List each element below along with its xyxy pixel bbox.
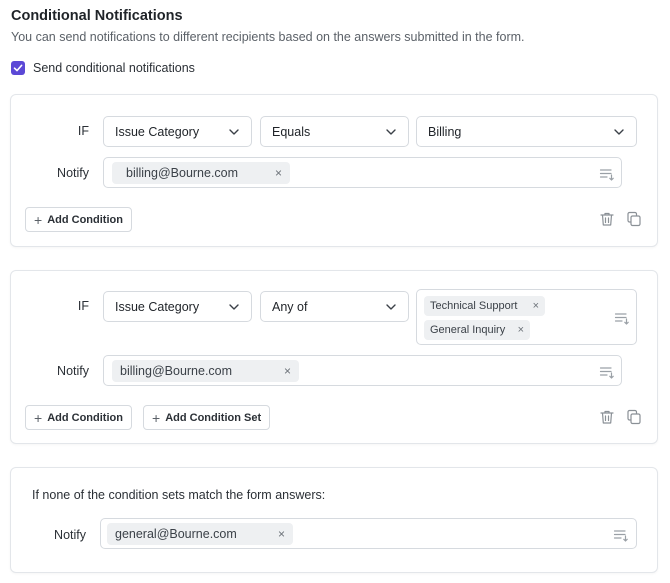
send-conditional-label[interactable]: Send conditional notifications	[33, 61, 195, 75]
fallback-text: If none of the condition sets match the …	[32, 488, 326, 502]
value-chip-label: General Inquiry	[430, 324, 506, 336]
recipient-chip-label: billing@Bourne.com	[126, 166, 239, 180]
add-condition-button[interactable]: + Add Condition	[25, 405, 132, 430]
notify-label: Notify	[57, 166, 89, 180]
notify-recipients-field[interactable]: billing@Bourne.com ×	[103, 157, 622, 188]
recipient-chip-label: general@Bourne.com	[115, 527, 237, 541]
remove-chip-icon[interactable]: ×	[276, 364, 291, 378]
recipient-list-icon[interactable]	[613, 527, 629, 543]
notify-label: Notify	[54, 528, 86, 542]
trash-icon[interactable]	[599, 211, 615, 227]
section-title: Conditional Notifications	[11, 8, 183, 24]
recipient-chip: billing@Bourne.com ×	[112, 360, 299, 382]
recipient-list-icon[interactable]	[599, 166, 615, 182]
value-chip-label: Technical Support	[430, 300, 518, 312]
remove-chip-icon[interactable]: ×	[267, 166, 282, 180]
operator-select[interactable]: Any of	[260, 291, 409, 322]
chevron-down-icon	[229, 303, 239, 310]
operator-select-value: Equals	[272, 124, 311, 139]
add-condition-set-button[interactable]: + Add Condition Set	[143, 405, 270, 430]
remove-chip-icon[interactable]: ×	[526, 300, 539, 312]
recipient-chip: general@Bourne.com ×	[107, 523, 293, 545]
fallback-notify-field[interactable]: general@Bourne.com ×	[100, 518, 637, 549]
operator-select[interactable]: Equals	[260, 116, 409, 147]
value-multiselect[interactable]: Technical Support × General Inquiry ×	[416, 289, 637, 345]
check-icon	[13, 64, 23, 72]
value-select[interactable]: Billing	[416, 116, 637, 147]
value-list-icon[interactable]	[614, 310, 630, 326]
value-chip: Technical Support ×	[424, 296, 545, 316]
plus-icon: +	[152, 409, 161, 426]
add-condition-set-label: Add Condition Set	[165, 411, 262, 424]
chevron-down-icon	[386, 128, 396, 135]
field-select[interactable]: Issue Category	[103, 116, 252, 147]
notify-label: Notify	[57, 364, 89, 378]
plus-icon: +	[34, 409, 43, 426]
duplicate-icon[interactable]	[626, 409, 642, 425]
add-condition-label: Add Condition	[47, 411, 123, 424]
chevron-down-icon	[386, 303, 396, 310]
if-label: IF	[77, 124, 89, 138]
if-label: IF	[77, 299, 89, 313]
value-select-value: Billing	[428, 124, 462, 139]
field-select-value: Issue Category	[115, 124, 200, 139]
value-chip: General Inquiry ×	[424, 320, 530, 340]
recipient-chip: billing@Bourne.com ×	[112, 162, 290, 184]
section-subtitle: You can send notifications to different …	[11, 30, 525, 44]
recipient-chip-label: billing@Bourne.com	[120, 364, 233, 378]
plus-icon: +	[34, 211, 43, 228]
recipient-list-icon[interactable]	[599, 364, 615, 380]
trash-icon[interactable]	[599, 409, 615, 425]
add-condition-button[interactable]: + Add Condition	[25, 207, 132, 232]
duplicate-icon[interactable]	[626, 211, 642, 227]
notify-recipients-field[interactable]: billing@Bourne.com ×	[103, 355, 622, 386]
operator-select-value: Any of	[272, 299, 308, 314]
chevron-down-icon	[614, 128, 624, 135]
chevron-down-icon	[229, 128, 239, 135]
field-select[interactable]: Issue Category	[103, 291, 252, 322]
field-select-value: Issue Category	[115, 299, 200, 314]
add-condition-label: Add Condition	[47, 213, 123, 226]
remove-chip-icon[interactable]: ×	[511, 324, 524, 336]
remove-chip-icon[interactable]: ×	[270, 527, 285, 541]
send-conditional-checkbox[interactable]	[11, 61, 25, 75]
